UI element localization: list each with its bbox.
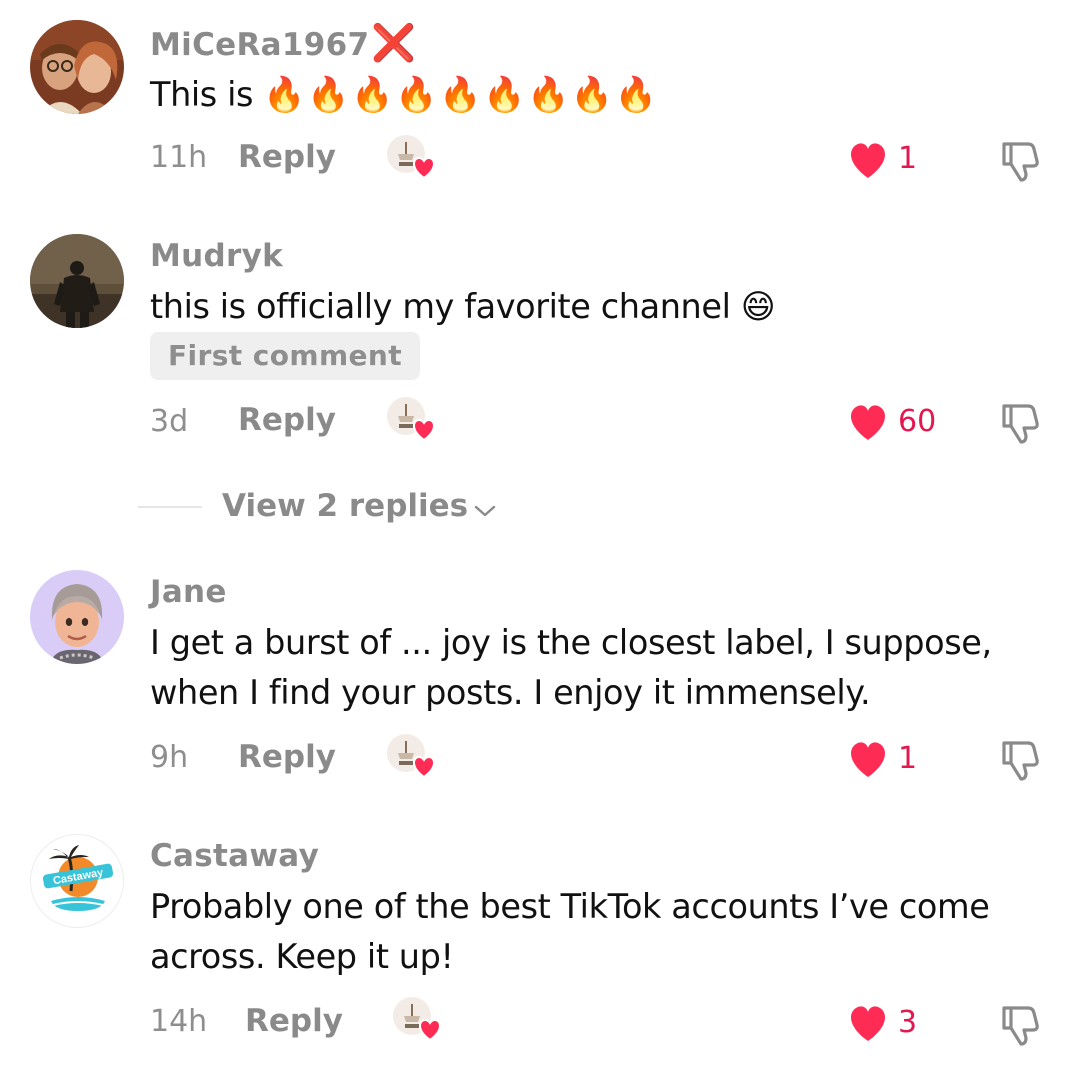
thumbs-down-icon[interactable] xyxy=(996,398,1044,446)
thumbs-down-icon[interactable] xyxy=(996,1000,1044,1048)
chevron-down-icon xyxy=(474,490,496,526)
comment-username[interactable]: MiCeRa1967❌ xyxy=(150,22,416,64)
like-count: 1 xyxy=(898,141,918,176)
comment-text: This is 🔥🔥🔥🔥🔥🔥🔥🔥🔥 xyxy=(150,75,658,115)
comment-time: 11h xyxy=(150,140,208,175)
first-comment-badge: First comment xyxy=(150,332,421,380)
view-replies-button[interactable]: View 2 replies xyxy=(222,488,496,526)
heart-icon[interactable] xyxy=(846,739,890,779)
comments-list: MiCeRa1967❌ This is 🔥🔥🔥🔥🔥🔥🔥🔥🔥 11h Reply … xyxy=(0,0,1068,1068)
heart-icon[interactable] xyxy=(846,1003,890,1043)
comment-time: 9h xyxy=(150,740,189,775)
heart-icon[interactable] xyxy=(846,140,890,180)
avatar[interactable]: Castaway xyxy=(30,834,124,928)
couple-photo-avatar-icon xyxy=(30,20,124,114)
fire-emoji: 🔥 xyxy=(526,75,569,115)
comment-text: this is officially my favorite channel 😄 xyxy=(150,287,776,326)
thumbs-down-icon[interactable] xyxy=(996,735,1044,783)
comment-username[interactable]: Jane xyxy=(150,574,227,610)
avatar[interactable] xyxy=(30,20,124,114)
fire-emoji: 🔥 xyxy=(307,75,350,115)
avatar[interactable] xyxy=(30,234,124,328)
fire-emoji: 🔥 xyxy=(614,75,657,115)
comment-username[interactable]: Mudryk xyxy=(150,238,283,274)
fire-emoji: 🔥 xyxy=(395,75,438,115)
like-count: 60 xyxy=(898,404,937,439)
divider xyxy=(138,506,202,508)
comment-time: 3d xyxy=(150,404,189,439)
reply-button[interactable]: Reply xyxy=(238,402,336,438)
memoji-avatar-icon xyxy=(30,570,124,664)
comment-username[interactable]: Castaway xyxy=(150,838,319,874)
thumbs-down-icon[interactable] xyxy=(996,136,1044,184)
castaway-logo-avatar-icon: Castaway xyxy=(31,835,123,927)
reply-button[interactable]: Reply xyxy=(245,1003,343,1039)
avatar[interactable] xyxy=(30,570,124,664)
fire-emoji: 🔥 xyxy=(439,75,482,115)
fire-emoji: 🔥 xyxy=(263,75,306,115)
comment-time: 14h xyxy=(150,1004,208,1039)
reply-button[interactable]: Reply xyxy=(238,739,336,775)
fire-emoji-row: 🔥🔥🔥🔥🔥🔥🔥🔥🔥 xyxy=(263,75,658,115)
like-count: 3 xyxy=(898,1005,918,1040)
fire-emoji: 🔥 xyxy=(483,75,525,115)
creator-liked-icon xyxy=(386,733,440,783)
heart-icon[interactable] xyxy=(846,402,890,442)
comment-text: I get a burst of ... joy is the closest … xyxy=(150,623,992,712)
reply-button[interactable]: Reply xyxy=(238,139,336,175)
armored-figure-avatar-icon xyxy=(30,234,124,328)
creator-liked-icon xyxy=(392,996,446,1046)
creator-liked-icon xyxy=(386,396,440,446)
comment-text: Probably one of the best TikTok accounts… xyxy=(150,887,990,976)
cross-mark-icon: ❌ xyxy=(371,23,417,64)
creator-liked-icon xyxy=(386,134,440,184)
fire-emoji: 🔥 xyxy=(351,75,394,115)
fire-emoji: 🔥 xyxy=(570,75,613,115)
like-count: 1 xyxy=(898,741,918,776)
